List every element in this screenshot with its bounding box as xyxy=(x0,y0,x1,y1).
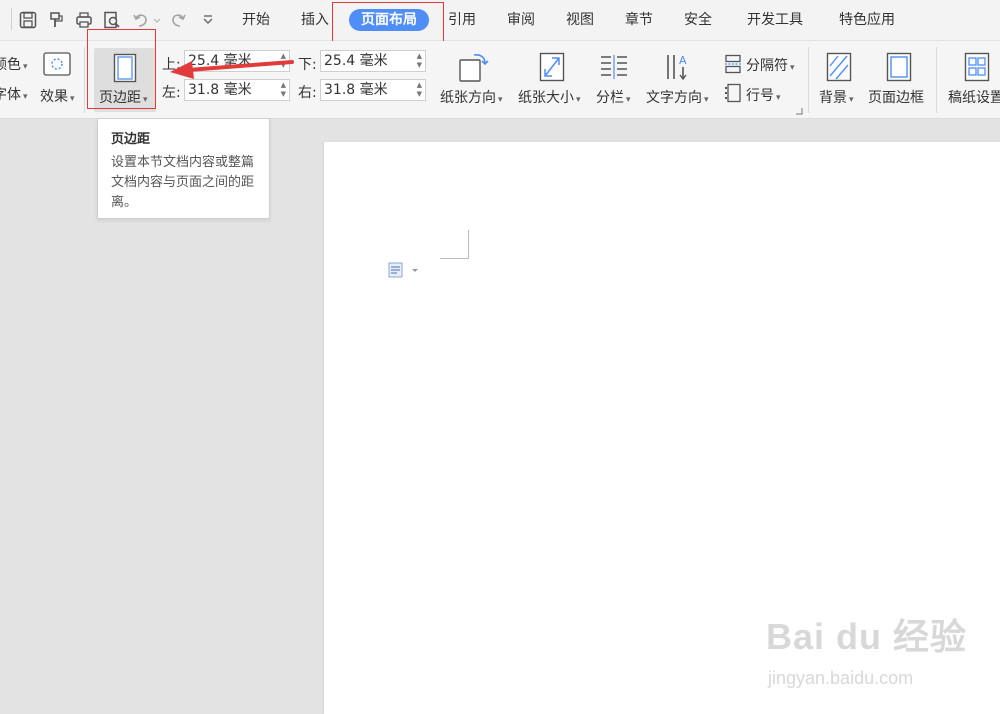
margin-tooltip: 页边距 设置本节文档内容或整篇文档内容与页面之间的距离。 xyxy=(97,118,270,219)
margin-corner-mark xyxy=(440,230,469,259)
tooltip-title: 页边距 xyxy=(111,132,151,147)
paragraph-layout-icon[interactable] xyxy=(388,261,420,283)
tooltip-body: 设置本节文档内容或整篇文档内容与页面之间的距离。 xyxy=(111,155,255,210)
baidu-watermark-logo: Bai du 经验 xyxy=(766,616,968,657)
baidu-watermark-url: jingyan.baidu.com xyxy=(768,668,914,688)
